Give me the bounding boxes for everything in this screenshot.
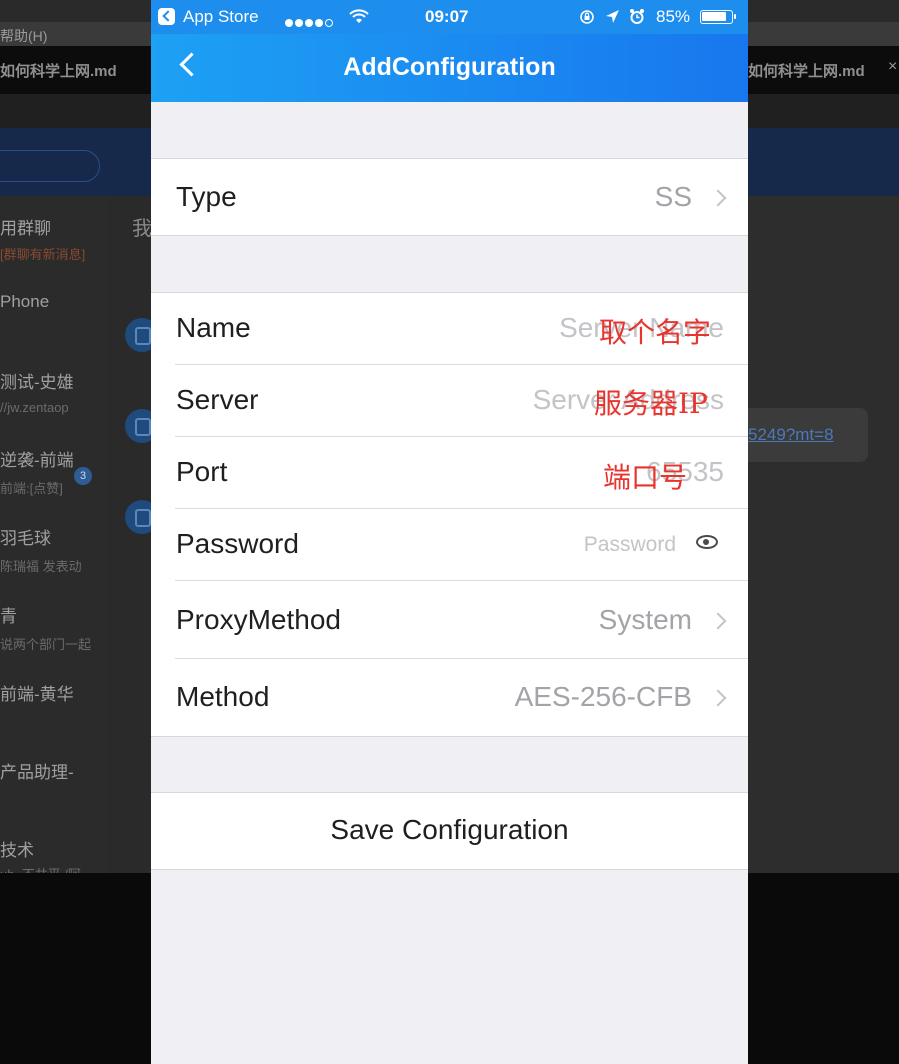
sidebar-item-title[interactable]: 逆袭-前端	[0, 446, 74, 471]
proxy-method-label: ProxyMethod	[176, 604, 341, 635]
sidebar-item-title[interactable]: 用群聊	[0, 214, 51, 239]
config-form: Name Server Name 取个名字 Server Server Addr…	[151, 292, 748, 737]
battery-icon	[700, 10, 736, 24]
sidebar-item-title[interactable]: 前端-黄华	[0, 680, 74, 705]
rotation-lock-icon	[580, 10, 594, 24]
sidebar-item-title[interactable]: 技术	[0, 836, 34, 861]
back-to-app-icon[interactable]	[158, 8, 175, 25]
chevron-right-icon	[709, 612, 727, 630]
save-group: Save Configuration	[151, 792, 748, 870]
alarm-icon	[630, 9, 644, 24]
sidebar-item-title[interactable]: 羽毛球	[0, 524, 51, 549]
message-link[interactable]: 5249?mt=8	[748, 425, 834, 445]
save-configuration-button[interactable]: Save Configuration	[151, 814, 748, 846]
server-label: Server	[176, 384, 259, 415]
proxy-method-value: System	[598, 604, 692, 635]
unread-badge: 3	[74, 467, 92, 485]
status-bar: App Store 09:07 85%	[151, 0, 748, 34]
server-annotation: 服务器IP	[594, 387, 708, 420]
type-label: Type	[176, 181, 237, 212]
sidebar-item-title[interactable]: Phone	[0, 292, 49, 312]
editor-tab-right[interactable]: 如何科学上网.md	[748, 60, 865, 81]
status-time: 09:07	[425, 7, 469, 26]
search-input[interactable]	[0, 150, 100, 182]
name-annotation: 取个名字	[599, 316, 712, 349]
close-icon[interactable]: ×	[888, 58, 897, 76]
menu-help[interactable]: 帮助(H)	[0, 26, 47, 46]
battery-percent: 85%	[656, 7, 691, 26]
phone-screen: App Store 09:07 85% AddConfiguration Typ…	[151, 0, 748, 1064]
eye-icon[interactable]	[696, 535, 718, 549]
type-group: Type SS	[151, 158, 748, 236]
navigation-bar: AddConfiguration	[151, 34, 748, 102]
sidebar-item-title[interactable]: 青	[0, 602, 17, 627]
chat-message-area	[748, 196, 899, 873]
port-label: Port	[176, 456, 228, 487]
server-row: Server Server Address 服务器IP	[151, 365, 748, 437]
port-annotation: 端口号	[603, 461, 688, 494]
sidebar-item-subtitle: 说两个部门一起	[0, 637, 92, 652]
location-icon	[606, 10, 619, 23]
name-label: Name	[176, 312, 251, 343]
status-carrier: App Store	[183, 7, 259, 26]
proxy-method-row[interactable]: ProxyMethod System	[151, 581, 748, 659]
wifi-icon	[349, 9, 369, 23]
sidebar-item-subtitle: //jw.zentaop	[0, 400, 69, 415]
signal-icon	[285, 12, 335, 32]
sidebar-item-title[interactable]: 产品助理-	[0, 758, 74, 783]
type-value: SS	[654, 181, 692, 212]
chevron-right-icon	[709, 189, 727, 207]
chevron-right-icon	[709, 689, 727, 707]
password-row: Password Password	[151, 509, 748, 581]
port-row: Port 65535 端口号	[151, 437, 748, 509]
chat-sidebar: 用群聊 [群聊有新消息] Phone 测试-史雄 //jw.zentaop 逆袭…	[0, 196, 108, 882]
password-label: Password	[176, 528, 299, 559]
sidebar-item-subtitle: 前端:[点赞]	[0, 481, 63, 496]
chat-title: 我	[132, 218, 152, 240]
method-label: Method	[176, 681, 270, 712]
type-row[interactable]: Type SS	[151, 159, 748, 235]
editor-tab-left[interactable]: 如何科学上网.md	[0, 60, 117, 81]
name-row: Name Server Name 取个名字	[151, 293, 748, 365]
sidebar-item-subtitle: 陈瑞福 发表动	[0, 559, 82, 574]
sidebar-item-subtitle: [群聊有新消息]	[0, 247, 86, 262]
method-row[interactable]: Method AES-256-CFB	[151, 659, 748, 736]
password-input[interactable]: Password	[584, 533, 676, 557]
sidebar-item-title[interactable]: 测试-史雄	[0, 368, 74, 393]
method-value: AES-256-CFB	[514, 681, 692, 712]
page-title: AddConfiguration	[343, 53, 556, 81]
